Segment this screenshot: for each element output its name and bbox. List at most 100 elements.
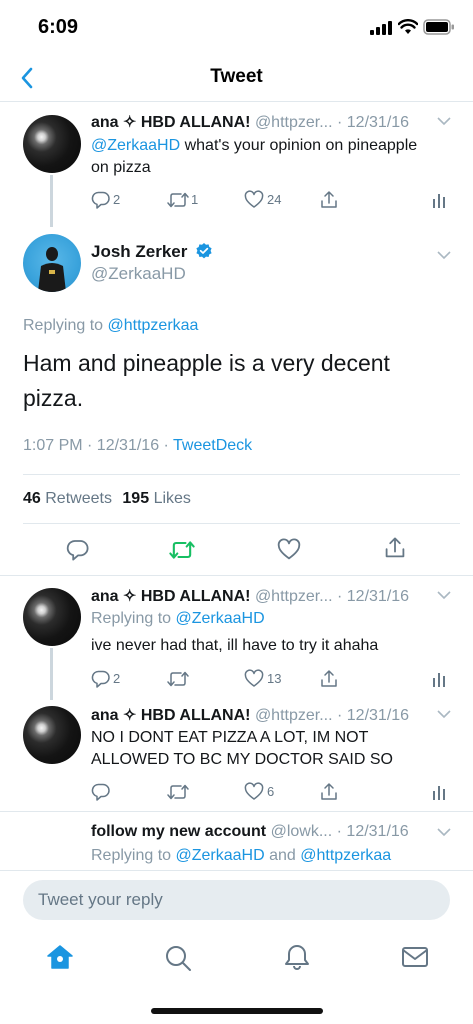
author-handle[interactable]: @httpzer... bbox=[255, 707, 333, 724]
mention-link[interactable]: @httpzerkaa bbox=[300, 847, 391, 864]
retweet-button[interactable]: 1 bbox=[166, 190, 198, 210]
reply-count: 2 bbox=[113, 192, 121, 207]
author-name[interactable]: follow my new account bbox=[91, 823, 266, 840]
replying-label: Replying to bbox=[91, 610, 176, 627]
like-button[interactable] bbox=[277, 538, 301, 562]
author-name[interactable]: Josh Zerker bbox=[91, 242, 187, 261]
replying-label: Replying to bbox=[23, 317, 108, 334]
parent-tweet[interactable]: ana ✧ HBD ALLANA! @httpzer... · 12/31/16… bbox=[0, 103, 473, 227]
tweet-text-line: NO I DONT EAT PIZZA A LOT, IM NOT bbox=[91, 729, 369, 746]
like-button[interactable]: 13 bbox=[244, 669, 281, 689]
heart-icon bbox=[244, 669, 264, 687]
chevron-down-icon[interactable] bbox=[437, 116, 451, 126]
chevron-down-icon[interactable] bbox=[437, 250, 451, 260]
share-button[interactable] bbox=[319, 190, 339, 210]
battery-icon bbox=[423, 19, 455, 35]
notifications-icon bbox=[285, 945, 309, 970]
mention-link[interactable]: @ZerkaaHD bbox=[176, 847, 265, 864]
engagement-stats: 46 Retweets 195 Likes bbox=[23, 490, 191, 508]
status-time: 6:09 bbox=[38, 16, 79, 38]
retweet-button[interactable] bbox=[166, 782, 190, 802]
tab-search[interactable] bbox=[164, 944, 192, 972]
author-handle[interactable]: @ZerkaaHD bbox=[91, 264, 186, 284]
heart-icon bbox=[277, 538, 301, 560]
reply-tweet[interactable]: ana ✧ HBD ALLANA! @httpzer... · 12/31/16… bbox=[0, 576, 473, 701]
reply-input[interactable]: Tweet your reply bbox=[23, 880, 450, 920]
chevron-down-icon[interactable] bbox=[437, 827, 451, 837]
avatar[interactable] bbox=[23, 115, 81, 173]
retweet-button[interactable] bbox=[166, 669, 190, 689]
heart-icon bbox=[244, 782, 264, 800]
reply-button[interactable] bbox=[91, 782, 111, 802]
retweets-label[interactable]: Retweets bbox=[45, 490, 112, 507]
analytics-button[interactable] bbox=[432, 670, 446, 688]
retweet-icon bbox=[169, 541, 195, 559]
tweet-date: · 12/31/16 bbox=[337, 114, 410, 131]
author-name[interactable]: ana ✧ HBD ALLANA! bbox=[91, 588, 250, 605]
mention-link[interactable]: @httpzerkaa bbox=[108, 317, 199, 334]
replying-to: Replying to @httpzerkaa bbox=[23, 317, 198, 335]
source-link[interactable]: TweetDeck bbox=[173, 437, 252, 454]
divider bbox=[0, 870, 473, 871]
tab-home[interactable] bbox=[46, 944, 74, 970]
tweet-actions: 2 1 24 bbox=[91, 190, 451, 212]
author-handle[interactable]: @httpzer... bbox=[255, 114, 333, 131]
retweet-button[interactable] bbox=[168, 538, 196, 562]
like-count: 6 bbox=[267, 784, 275, 799]
retweets-count[interactable]: 46 bbox=[23, 490, 41, 507]
like-button[interactable]: 24 bbox=[244, 190, 281, 210]
likes-count[interactable]: 195 bbox=[122, 490, 149, 507]
avatar[interactable] bbox=[23, 588, 81, 646]
avatar[interactable] bbox=[23, 706, 81, 764]
mention-link[interactable]: @ZerkaaHD bbox=[176, 610, 265, 627]
messages-icon bbox=[402, 947, 428, 967]
tweet-text: NO I DONT EAT PIZZA A LOT, IM NOT ALLOWE… bbox=[91, 727, 461, 771]
share-icon bbox=[321, 191, 337, 208]
tweet-text-line: pizza. bbox=[23, 385, 84, 411]
tweet-actions: 2 13 bbox=[91, 669, 451, 691]
share-button[interactable] bbox=[319, 669, 339, 689]
likes-label[interactable]: Likes bbox=[154, 490, 191, 507]
chevron-down-icon[interactable] bbox=[437, 709, 451, 719]
tweet-date: · 12/31/16 bbox=[337, 588, 410, 605]
replying-and: and bbox=[264, 847, 301, 864]
reply-button[interactable] bbox=[66, 538, 90, 562]
tab-messages[interactable] bbox=[401, 945, 429, 969]
reply-button[interactable]: 2 bbox=[91, 190, 120, 210]
tweet-text: Ham and pineapple is a very decent pizza… bbox=[23, 346, 390, 416]
mention-link[interactable]: @ZerkaaHD bbox=[91, 137, 180, 154]
avatar[interactable] bbox=[23, 234, 81, 292]
focused-tweet: Josh Zerker @ZerkaaHD Replying to @httpz… bbox=[0, 222, 473, 574]
share-button[interactable] bbox=[319, 782, 339, 802]
reply-icon bbox=[66, 540, 89, 561]
tweet-text-line: on pizza bbox=[91, 159, 151, 176]
wifi-icon bbox=[398, 19, 418, 35]
reply-button[interactable]: 2 bbox=[91, 669, 120, 689]
chevron-down-icon[interactable] bbox=[437, 590, 451, 600]
reply-tweet[interactable]: ana ✧ HBD ALLANA! @httpzer... · 12/31/16… bbox=[0, 696, 473, 811]
share-button[interactable] bbox=[383, 536, 407, 560]
author-handle[interactable]: @httpzer... bbox=[255, 588, 333, 605]
analytics-button[interactable] bbox=[432, 191, 446, 209]
like-button[interactable]: 6 bbox=[244, 782, 274, 802]
reply-tweet[interactable]: follow my new account @lowk... · 12/31/1… bbox=[0, 812, 473, 870]
heart-icon bbox=[244, 190, 264, 208]
tweet-date: · 12/31/16 bbox=[337, 707, 410, 724]
reply-placeholder: Tweet your reply bbox=[38, 890, 163, 909]
tab-notifications[interactable] bbox=[283, 943, 311, 971]
tab-bar bbox=[0, 930, 473, 990]
replying-label: Replying to bbox=[91, 847, 176, 864]
reply-icon bbox=[91, 191, 110, 209]
analytics-button[interactable] bbox=[432, 783, 446, 801]
replying-to: Replying to @ZerkaaHD bbox=[91, 610, 265, 628]
author-name[interactable]: ana ✧ HBD ALLANA! bbox=[91, 114, 250, 131]
reply-icon bbox=[91, 783, 110, 801]
timestamp-text: 1:07 PM · 12/31/16 · bbox=[23, 437, 174, 454]
nav-bar: Tweet bbox=[0, 56, 473, 102]
replying-to: Replying to @ZerkaaHD and @httpzerkaa bbox=[91, 847, 391, 865]
thread-line bbox=[50, 648, 53, 700]
author-handle[interactable]: @lowk... bbox=[271, 823, 333, 840]
analytics-icon bbox=[433, 194, 445, 208]
analytics-icon bbox=[433, 786, 445, 800]
author-name[interactable]: ana ✧ HBD ALLANA! bbox=[91, 707, 250, 724]
